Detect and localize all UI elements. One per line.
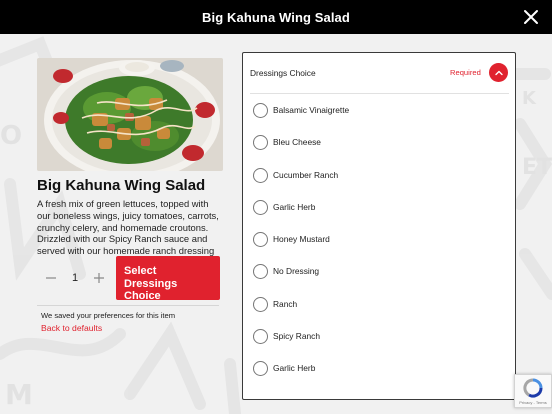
plus-icon	[94, 273, 104, 283]
saved-preferences-note: We saved your preferences for this item	[41, 311, 176, 320]
dressing-option[interactable]: Balsamic Vinaigrette	[253, 100, 503, 120]
dressings-panel: Dressings Choice Required Balsamic Vinai…	[242, 52, 516, 400]
dressings-heading: Dressings Choice	[250, 68, 316, 78]
modal-header: Big Kahuna Wing Salad	[0, 0, 552, 34]
svg-text:K: K	[522, 88, 537, 109]
radio-button[interactable]	[253, 134, 268, 150]
radio-button[interactable]	[253, 328, 268, 344]
item-name: Big Kahuna Wing Salad	[37, 177, 206, 194]
radio-button[interactable]	[253, 199, 268, 215]
dressing-option-label: Bleu Cheese	[273, 137, 321, 147]
chevron-up-icon	[494, 70, 503, 75]
item-photo	[37, 58, 223, 171]
radio-button[interactable]	[253, 102, 268, 118]
minus-icon	[46, 277, 56, 279]
dressing-option-label: Honey Mustard	[273, 234, 330, 244]
item-description: A fresh mix of green lettuces, topped wi…	[37, 198, 219, 257]
radio-button[interactable]	[253, 296, 268, 312]
dressing-option[interactable]: Bleu Cheese	[253, 132, 503, 152]
order-controls: 1 Select Dressings Choice	[37, 256, 223, 302]
dressing-option[interactable]: Cucumber Ranch	[253, 165, 503, 185]
collapse-button[interactable]	[489, 63, 508, 82]
quantity-value: 1	[71, 272, 79, 284]
radio-button[interactable]	[253, 263, 268, 279]
dressing-option[interactable]: Spicy Ranch	[253, 326, 503, 346]
svg-text:O: O	[0, 121, 22, 151]
recaptcha-badge[interactable]: Privacy - Terms	[514, 374, 552, 408]
dressing-option-label: Spicy Ranch	[273, 331, 321, 341]
dressing-option[interactable]: Garlic Herb	[253, 358, 503, 378]
svg-text:ET: ET	[522, 155, 552, 180]
dressing-option[interactable]: Ranch	[253, 294, 503, 314]
radio-button[interactable]	[253, 360, 268, 376]
increment-button[interactable]	[88, 267, 110, 289]
dressing-option[interactable]: No Dressing	[253, 261, 503, 281]
header-divider	[250, 93, 509, 94]
svg-text:M: M	[5, 378, 33, 411]
divider	[37, 305, 219, 306]
recaptcha-links[interactable]: Privacy - Terms	[519, 400, 546, 405]
dressing-option-label: Cucumber Ranch	[273, 170, 339, 180]
required-badge: Required	[450, 68, 481, 77]
dressing-option-label: Garlic Herb	[273, 202, 316, 212]
quantity-stepper: 1	[37, 256, 113, 300]
dressing-option-label: Balsamic Vinaigrette	[273, 105, 350, 115]
select-dressings-button[interactable]: Select Dressings Choice	[116, 256, 220, 302]
dressings-header[interactable]: Dressings Choice Required	[243, 53, 515, 93]
dressing-option-label: Garlic Herb	[273, 363, 316, 373]
item-details: Big Kahuna Wing Salad A fresh mix of gre…	[37, 58, 223, 257]
dressing-option-label: Ranch	[273, 299, 298, 309]
recaptcha-icon	[523, 377, 543, 398]
dressing-option[interactable]: Honey Mustard	[253, 229, 503, 249]
dressing-option-label: No Dressing	[273, 266, 320, 276]
radio-button[interactable]	[253, 167, 268, 183]
modal-title: Big Kahuna Wing Salad	[202, 9, 350, 25]
radio-button[interactable]	[253, 231, 268, 247]
close-icon[interactable]	[522, 8, 540, 26]
decrement-button[interactable]	[40, 267, 62, 289]
back-to-defaults-link[interactable]: Back to defaults	[41, 323, 102, 333]
dressing-option[interactable]: Garlic Herb	[253, 197, 503, 217]
